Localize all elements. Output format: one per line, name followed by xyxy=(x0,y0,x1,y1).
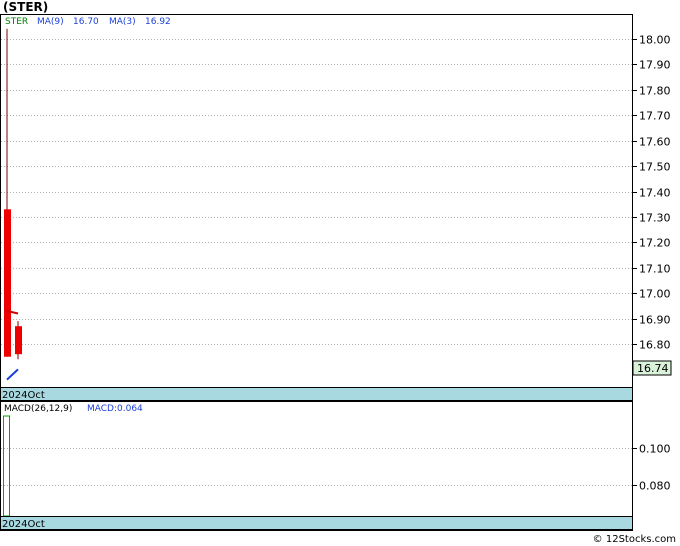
macd-value-label: MACD:0.064 xyxy=(87,404,143,414)
price-time-label: 2024Oct xyxy=(2,390,45,401)
last-price-label: 16.74 xyxy=(637,362,669,375)
legend-ma9-value: 16.70 xyxy=(73,17,99,27)
price-tick-label: 17.50 xyxy=(639,161,671,174)
price-tick-label: 17.70 xyxy=(639,110,671,123)
price-tick-label: 17.10 xyxy=(639,263,671,276)
macd-bar xyxy=(3,415,10,517)
price-panel xyxy=(0,14,633,401)
price-tick-label: 18.00 xyxy=(639,34,671,47)
price-tick-label: 17.90 xyxy=(639,59,671,72)
legend-ma9-label: MA(9) xyxy=(37,17,64,27)
price-time-band xyxy=(0,387,633,401)
footer-credit: © 12Stocks.com xyxy=(592,534,676,545)
macd-time-band xyxy=(0,516,633,530)
candle-body xyxy=(15,326,22,355)
macd-bars xyxy=(3,415,10,517)
macd-gridlines xyxy=(1,448,632,486)
price-axis-ticks: 18.00 17.90 17.80 17.70 17.60 17.50 17.40 17.30… xyxy=(632,34,671,352)
price-tick-label: 16.90 xyxy=(639,314,671,327)
price-tick-label: 17.00 xyxy=(639,288,671,301)
legend-symbol: STER xyxy=(5,17,28,27)
price-tick-label: 16.80 xyxy=(639,339,671,352)
chart-canvas: 18.00 17.90 17.80 17.70 17.60 17.50 17.40 17.30… xyxy=(0,14,672,531)
macd-tick-label: 0.080 xyxy=(639,480,671,493)
legend-ma3-value: 16.92 xyxy=(145,17,171,27)
candles xyxy=(4,28,22,360)
macd-tick-label: 0.100 xyxy=(639,443,671,456)
price-tick-label: 17.60 xyxy=(639,136,671,149)
macd-time-label: 2024Oct xyxy=(2,519,45,530)
macd-panel xyxy=(0,401,633,531)
legend-ma3-label: MA(3) xyxy=(109,17,136,27)
price-tick-label: 17.20 xyxy=(639,237,671,250)
price-gridlines xyxy=(1,39,632,345)
ma9-line xyxy=(6,368,19,381)
price-tick-label: 17.80 xyxy=(639,85,671,98)
macd-label: MACD(26,12,9) xyxy=(4,404,72,414)
price-tick-label: 17.30 xyxy=(639,212,671,225)
candle-body xyxy=(4,209,11,357)
price-tick-label: 17.40 xyxy=(639,187,671,200)
macd-axis-ticks: 0.100 0.080 xyxy=(632,443,671,493)
